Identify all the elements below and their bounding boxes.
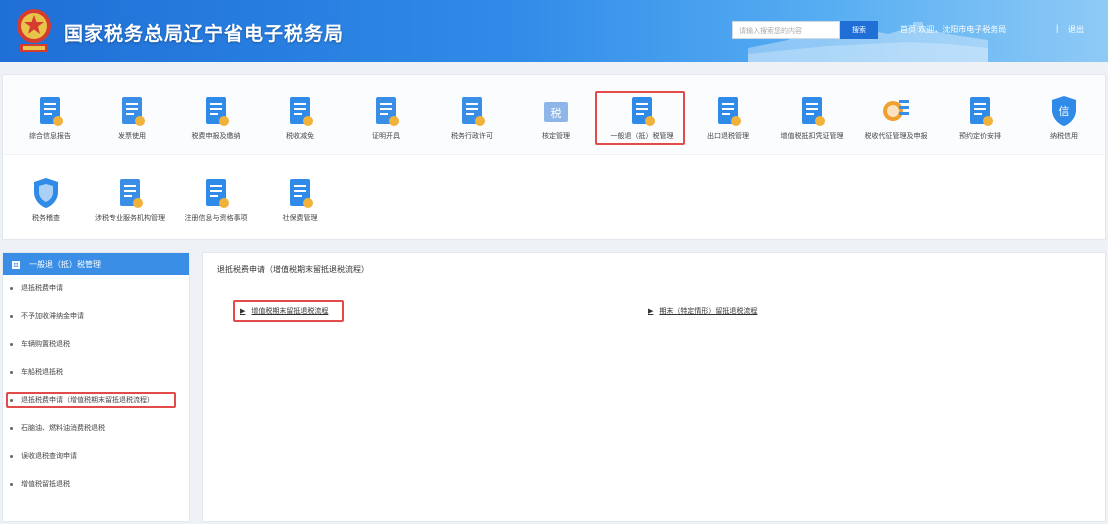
- svg-text:信: 信: [1059, 105, 1070, 118]
- building-icon: [12, 261, 20, 269]
- sidebar-item[interactable]: 石脑油、燃料油消费税退税: [2, 420, 188, 436]
- top-banner: 国家税务总局辽宁省电子税务局 请输入搜索您的内容 搜索 首页 欢迎，沈阳市电子税…: [0, 0, 1108, 62]
- bullet-icon: [10, 314, 13, 318]
- sidebar-item[interactable]: 误收退税查询申请: [2, 448, 188, 464]
- service-tile[interactable]: 税收减免: [258, 94, 342, 156]
- report-icon: [35, 94, 65, 128]
- sidebar-item[interactable]: 不予加收滞纳金申请: [2, 308, 188, 324]
- tax-relief-icon: [285, 94, 315, 128]
- service-tile-label: 发票使用: [118, 133, 146, 140]
- flow-link-vat-refund[interactable]: ▶ 增值税期末留抵退税流程: [240, 306, 328, 316]
- service-tile[interactable]: 税务稽查: [4, 176, 88, 238]
- permit-icon: [457, 94, 487, 128]
- service-tile-label: 税务行政许可: [451, 133, 493, 140]
- bullet-icon: [10, 342, 13, 346]
- bullet-icon: [10, 398, 13, 402]
- service-tile[interactable]: 涉税专业服务机构管理: [88, 176, 172, 238]
- search-input[interactable]: 请输入搜索您的内容: [732, 21, 840, 39]
- bullet-icon: [10, 370, 13, 374]
- service-tile[interactable]: 发票使用: [90, 94, 174, 156]
- service-tile-label: 增值税抵扣凭证管理: [780, 133, 844, 140]
- service-tile[interactable]: 税务行政许可: [430, 94, 514, 156]
- service-tile-label: 出口退税管理: [707, 133, 749, 140]
- social-insurance-icon: [285, 176, 315, 210]
- tax-assess-icon: 税: [541, 94, 571, 128]
- pricing-icon: [965, 94, 995, 128]
- payment-icon: [201, 94, 231, 128]
- service-tile[interactable]: 证明开具: [344, 94, 428, 156]
- sidebar-item[interactable]: 增值税留抵退税: [2, 476, 188, 492]
- service-tile-label: 税收代征管理及申报: [864, 133, 928, 140]
- sidebar-item[interactable]: 退抵税费申请: [2, 280, 188, 296]
- page-title: 退抵税费申请（增值税期末留抵退税流程）: [217, 265, 369, 274]
- sidebar-item-label: 误收退税查询申请: [21, 453, 77, 460]
- sidebar-item-label: 增值税留抵退税: [21, 481, 70, 488]
- shield-icon: [31, 176, 61, 210]
- header-separator: |: [1056, 23, 1059, 33]
- service-tile-label: 税费申报及缴纳: [191, 133, 241, 140]
- sidebar-item-label: 车辆购置税退税: [21, 341, 70, 348]
- export-refund-icon: [713, 94, 743, 128]
- main-content: 退抵税费申请（增值税期末留抵退税流程）: [202, 252, 1106, 522]
- national-emblem-logo: [17, 9, 51, 52]
- service-tile-label: 注册信息与资格事项: [184, 215, 248, 222]
- search-button[interactable]: 搜索: [840, 21, 878, 39]
- service-tile[interactable]: 信纳税信用: [1022, 94, 1106, 156]
- triangle-right-icon: ▶: [240, 308, 246, 315]
- service-tile-label: 纳税信用: [1050, 133, 1078, 140]
- service-tile[interactable]: 社保费管理: [258, 176, 342, 238]
- vat-deduction-icon: [797, 94, 827, 128]
- svg-text:税: 税: [551, 106, 562, 120]
- sidebar-item-label: 石脑油、燃料油消费税退税: [21, 425, 105, 432]
- user-welcome-links[interactable]: 首页 欢迎，沈阳市电子税务局: [900, 24, 1006, 35]
- sidebar-item-label: 退抵税费申请: [21, 285, 63, 292]
- service-tile[interactable]: 注册信息与资格事项: [174, 176, 258, 238]
- flow-link-label: 增值税期末留抵退税流程: [251, 308, 329, 315]
- sidebar-header: 一般退（抵）税管理: [3, 253, 189, 275]
- service-tile-label: 税收减免: [286, 133, 314, 140]
- sidebar-item[interactable]: 退抵税费申请（增值税期末留抵退税流程）: [6, 392, 176, 408]
- refund-icon: [627, 94, 657, 128]
- service-tile-label: 核定管理: [542, 133, 570, 140]
- agency-icon: [115, 176, 145, 210]
- invoice-icon: [117, 94, 147, 128]
- service-tile-label: 证明开具: [372, 133, 400, 140]
- flow-link-label: 期末（特定情形）留抵退税流程: [659, 308, 758, 315]
- certificate-icon: [371, 94, 401, 128]
- service-tile[interactable]: 一般退（抵）税管理: [600, 94, 684, 156]
- bullet-icon: [10, 454, 13, 458]
- collection-icon: [881, 94, 911, 128]
- service-tile[interactable]: 税收代征管理及申报: [854, 94, 938, 156]
- service-tile-label: 涉税专业服务机构管理: [95, 215, 165, 222]
- service-tile[interactable]: 出口退税管理: [686, 94, 770, 156]
- credit-icon: 信: [1049, 94, 1079, 128]
- bullet-icon: [10, 286, 13, 290]
- sidebar-item[interactable]: 车船税退抵税: [2, 364, 188, 380]
- flow-link-special-refund[interactable]: ▶ 期末（特定情形）留抵退税流程: [648, 306, 757, 316]
- sidebar-title: 一般退（抵）税管理: [29, 259, 101, 269]
- service-tile[interactable]: 税费申报及缴纳: [174, 94, 258, 156]
- service-tile[interactable]: 增值税抵扣凭证管理: [770, 94, 854, 156]
- service-tile-label: 预约定价安排: [959, 133, 1001, 140]
- service-tile-label: 社保费管理: [282, 215, 318, 222]
- service-tile[interactable]: 预约定价安排: [938, 94, 1022, 156]
- bullet-icon: [10, 426, 13, 430]
- sidebar-item-label: 不予加收滞纳金申请: [21, 313, 84, 320]
- site-title: 国家税务总局辽宁省电子税务局: [64, 24, 345, 45]
- service-tile[interactable]: 税核定管理: [514, 94, 598, 156]
- sidebar-item-label: 退抵税费申请（增值税期末留抵退税流程）: [21, 397, 154, 404]
- sidebar-item-label: 车船税退抵税: [21, 369, 63, 376]
- service-tile[interactable]: 综合信息报告: [8, 94, 92, 156]
- registration-icon: [201, 176, 231, 210]
- sidebar-item[interactable]: 车辆购置税退税: [2, 336, 188, 352]
- service-tile-label: 税务稽查: [32, 215, 60, 222]
- bullet-icon: [10, 482, 13, 486]
- triangle-right-icon: ▶: [648, 308, 654, 315]
- logout-link[interactable]: 退出: [1068, 24, 1084, 35]
- service-tile-label: 一般退（抵）税管理: [610, 133, 674, 140]
